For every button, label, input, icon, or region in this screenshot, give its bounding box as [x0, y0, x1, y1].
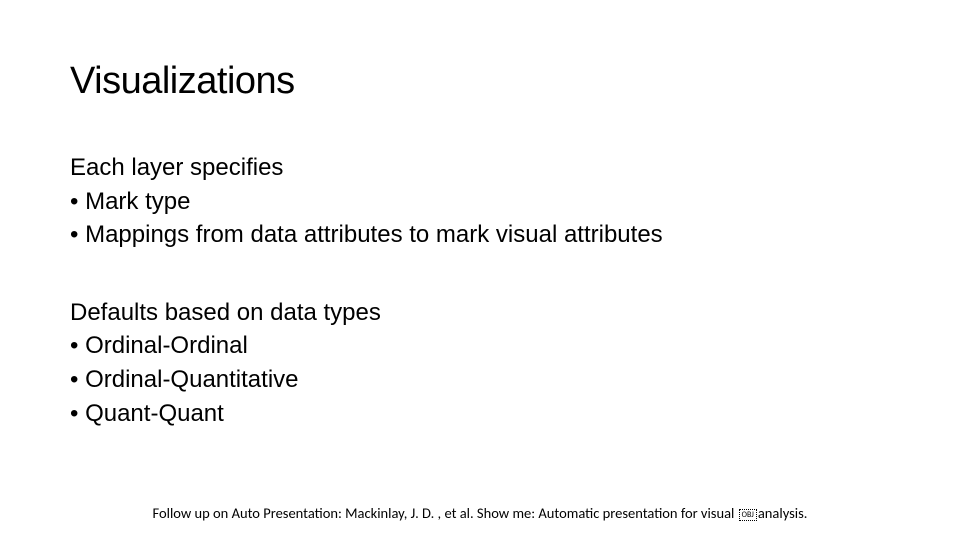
- obj-placeholder-icon: OBJ: [739, 509, 757, 521]
- bullet-item: • Mark type: [70, 185, 890, 219]
- bullet-item: • Mappings from data attributes to mark …: [70, 218, 890, 252]
- section-heading: Defaults based on data types: [70, 296, 890, 330]
- bullet-item: • Ordinal-Ordinal: [70, 329, 890, 363]
- section-heading: Each layer specifies: [70, 151, 890, 185]
- slide-container: Visualizations Each layer specifies • Ma…: [0, 0, 960, 430]
- footer-text-part2: analysis.: [758, 504, 808, 522]
- section-layer-specifies: Each layer specifies • Mark type • Mappi…: [70, 151, 890, 252]
- section-defaults: Defaults based on data types • Ordinal-O…: [70, 296, 890, 430]
- bullet-item: • Ordinal-Quantitative: [70, 363, 890, 397]
- footer-text-part1: Follow up on Auto Presentation: Mackinla…: [153, 504, 738, 522]
- footer-citation: Follow up on Auto Presentation: Mackinla…: [0, 504, 960, 522]
- bullet-item: • Quant-Quant: [70, 397, 890, 431]
- slide-title: Visualizations: [70, 60, 890, 103]
